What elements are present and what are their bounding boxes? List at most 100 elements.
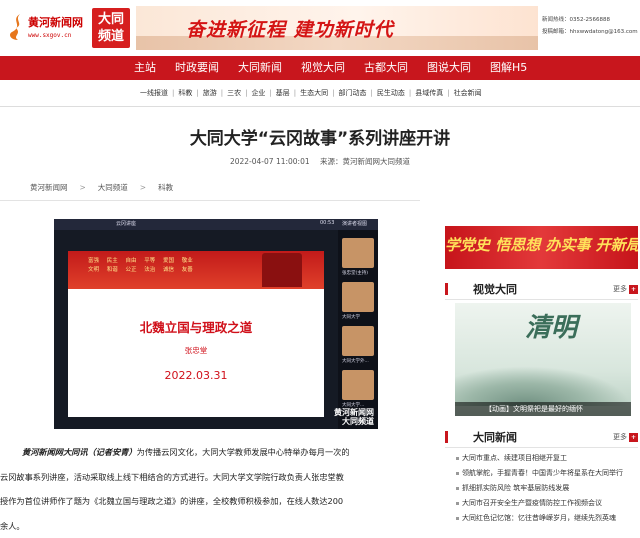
participant-name: 张忠堂(主持) bbox=[342, 270, 368, 276]
email: 投稿邮箱：hhxwwdatong@163.com bbox=[542, 26, 638, 38]
meeting-toolbar: 云冈讲座 00:53 演讲者视图 bbox=[54, 219, 378, 230]
paragraph-line: 云冈故事系列讲座，活动采取线上线下相结合的方式进行。大同大学文学院行政负责人张忠… bbox=[0, 465, 420, 490]
separator: | bbox=[196, 86, 198, 100]
divider bbox=[0, 106, 640, 107]
subnav-item[interactable]: 三农 bbox=[227, 86, 241, 100]
nav-item[interactable]: 图说大同 bbox=[427, 56, 471, 80]
presentation-slide: 富强 民主 自由 平等 爱国 敬业 文明 和谐 公正 法治 诚信 友善 北魏立国… bbox=[68, 251, 324, 417]
nav-item[interactable]: 视觉大同 bbox=[301, 56, 345, 80]
paragraph-line: 授作为首位讲师作了题为《北魏立国与理政之道》的讲座，全校教师积极参加，在线人数达… bbox=[0, 489, 420, 514]
news-item[interactable]: 大同红色记忆馆：忆往昔峥嵘岁月，继续先烈英魂 bbox=[454, 511, 638, 526]
site-header: 黄河新闻网 www.sxgov.cn 大同频道 奋进新征程 建功新时代 新闻热线… bbox=[0, 0, 640, 56]
header-banner: 奋进新征程 建功新时代 bbox=[136, 6, 538, 50]
tiananmen-decoration bbox=[262, 253, 302, 287]
logo-url: www.sxgov.cn bbox=[28, 32, 71, 39]
banner-slogan: 奋进新征程 建功新时代 bbox=[186, 15, 394, 42]
paragraph-line: 余人。 bbox=[0, 514, 420, 538]
river-logo-icon bbox=[6, 12, 26, 42]
plus-icon: + bbox=[629, 285, 638, 294]
lecture-speaker: 张忠堂 bbox=[68, 345, 324, 356]
subnav-item[interactable]: 旅游 bbox=[203, 86, 217, 100]
logo-name: 黄河新闻网 bbox=[28, 14, 83, 30]
subnav-item[interactable]: 科教 bbox=[178, 86, 192, 100]
breadcrumb: 黄河新闻网 > 大同频道 > 科教 bbox=[30, 182, 173, 193]
breadcrumb-item[interactable]: 科教 bbox=[158, 183, 173, 192]
lecture-title: 北魏立国与理政之道 bbox=[68, 317, 324, 336]
nav-item[interactable]: 主站 bbox=[134, 56, 156, 80]
slide-header: 富强 民主 自由 平等 爱国 敬业 文明 和谐 公正 法治 诚信 友善 bbox=[68, 251, 324, 289]
article-title: 大同大学“云冈故事”系列讲座开讲 bbox=[0, 124, 640, 149]
channel-badge[interactable]: 大同频道 bbox=[92, 8, 130, 48]
article-image: 云冈讲座 00:53 演讲者视图 富强 民主 自由 平等 爱国 敬业 文明 和谐… bbox=[54, 219, 378, 429]
chevron-right-icon: > bbox=[140, 183, 146, 192]
article-date: 2022-04-07 11:00:01 bbox=[230, 157, 310, 166]
news-item[interactable]: 抓细抓实防风险 筑牢基层防线发展 bbox=[454, 481, 638, 496]
separator: | bbox=[409, 86, 411, 100]
news-item[interactable]: 大同市重点、续建项目相继开复工 bbox=[454, 451, 638, 466]
separator: | bbox=[371, 86, 373, 100]
participant-panel: 张忠堂(主持)大同大学大同大学外...大同大学... bbox=[338, 230, 378, 429]
nav-item[interactable]: 古都大同 bbox=[364, 56, 408, 80]
site-logo[interactable]: 黄河新闻网 www.sxgov.cn bbox=[6, 6, 88, 50]
participant-video bbox=[342, 282, 374, 312]
main-nav: 主站时政要闻大同新闻视觉大同古都大同图说大同图解H5 bbox=[0, 56, 640, 80]
subnav-item[interactable]: 社会新闻 bbox=[454, 86, 482, 100]
meeting-title: 云冈讲座 bbox=[116, 220, 136, 227]
feature-caption: 【动画】文明祭祀是最好的缅怀 bbox=[455, 402, 631, 416]
panel-header: 演讲者视图 bbox=[342, 220, 367, 227]
paragraph-line: 为传播云冈文化，大同大学教师发展中心特举办每月一次的 bbox=[137, 447, 350, 457]
participant-video bbox=[342, 370, 374, 400]
news-item[interactable]: 大同市召开安全生产暨疫情防控工作视频会议 bbox=[454, 496, 638, 511]
subnav-item[interactable]: 企业 bbox=[251, 86, 265, 100]
subnav-item[interactable]: 生态大同 bbox=[300, 86, 328, 100]
subnav-item[interactable]: 县域传真 bbox=[415, 86, 443, 100]
participant-video bbox=[342, 326, 374, 356]
separator: | bbox=[294, 86, 296, 100]
meeting-time: 00:53 bbox=[320, 220, 334, 226]
hotline: 新闻热线：0352-2566888 bbox=[542, 14, 638, 26]
divider bbox=[0, 200, 420, 201]
datong-news-header: 大同新闻 更多+ bbox=[445, 426, 638, 448]
article-lead: 黄河新闻网大同讯（记者安青） bbox=[22, 447, 137, 457]
subnav-item[interactable]: 部门动态 bbox=[339, 86, 367, 100]
feature-calligraphy: 清明 bbox=[525, 315, 577, 341]
party-history-banner[interactable]: 学党史 悟思想 办实事 开新局 bbox=[445, 226, 638, 269]
more-link[interactable]: 更多+ bbox=[613, 432, 638, 442]
nav-item[interactable]: 大同新闻 bbox=[238, 56, 282, 80]
participant-video bbox=[342, 238, 374, 268]
chevron-right-icon: > bbox=[80, 183, 86, 192]
subnav-item[interactable]: 一线报道 bbox=[140, 86, 168, 100]
sub-nav: 一线报道 | 科教 | 旅游 | 三农 | 企业 | 基层 | 生态大同 | 部门动态 | 民生动态 | 县域传真 |… bbox=[140, 86, 482, 100]
separator: | bbox=[172, 86, 174, 100]
news-list: 大同市重点、续建项目相继开复工领航掌舵，手握青春！中国青少年将星系在大同举行抓细… bbox=[454, 451, 638, 526]
nav-item[interactable]: 图解H5 bbox=[490, 56, 527, 80]
more-link[interactable]: 更多+ bbox=[613, 284, 638, 294]
separator: | bbox=[269, 86, 271, 100]
separator: | bbox=[332, 86, 334, 100]
contact-info: 新闻热线：0352-2566888 投稿邮箱：hhxwwdatong@163.c… bbox=[542, 14, 638, 38]
breadcrumb-item[interactable]: 黄河新闻网 bbox=[30, 183, 68, 192]
visual-datong-header: 视觉大同 更多+ bbox=[445, 278, 638, 300]
separator: | bbox=[447, 86, 449, 100]
news-item[interactable]: 领航掌舵，手握青春！中国青少年将星系在大同举行 bbox=[454, 466, 638, 481]
separator: | bbox=[221, 86, 223, 100]
plus-icon: + bbox=[629, 433, 638, 442]
image-watermark: 黄河新闻网 大同频道 bbox=[334, 408, 374, 426]
core-values-2: 文明 和谐 公正 法治 诚信 友善 bbox=[88, 266, 193, 275]
side-banner-text: 学党史 悟思想 办实事 开新局 bbox=[445, 234, 638, 255]
article-source: 来源：黄河新闻网大同频道 bbox=[320, 157, 410, 166]
participant-name: 大同大学外... bbox=[342, 358, 369, 364]
section-title: 视觉大同 bbox=[473, 281, 517, 297]
nav-item[interactable]: 时政要闻 bbox=[175, 56, 219, 80]
participant-name: 大同大学 bbox=[342, 314, 360, 320]
section-title: 大同新闻 bbox=[473, 429, 517, 445]
subnav-item[interactable]: 基层 bbox=[276, 86, 290, 100]
lecture-date: 2022.03.31 bbox=[68, 369, 324, 382]
separator: | bbox=[245, 86, 247, 100]
core-values-1: 富强 民主 自由 平等 爱国 敬业 bbox=[88, 257, 193, 266]
breadcrumb-item[interactable]: 大同频道 bbox=[98, 183, 128, 192]
subnav-item[interactable]: 民生动态 bbox=[377, 86, 405, 100]
article-meta: 2022-04-07 11:00:01 来源：黄河新闻网大同频道 bbox=[0, 156, 640, 167]
article-body: 黄河新闻网大同讯（记者安青）为传播云冈文化，大同大学教师发展中心特举办每月一次的… bbox=[0, 440, 420, 538]
feature-image[interactable]: 清明 【动画】文明祭祀是最好的缅怀 bbox=[455, 303, 631, 416]
